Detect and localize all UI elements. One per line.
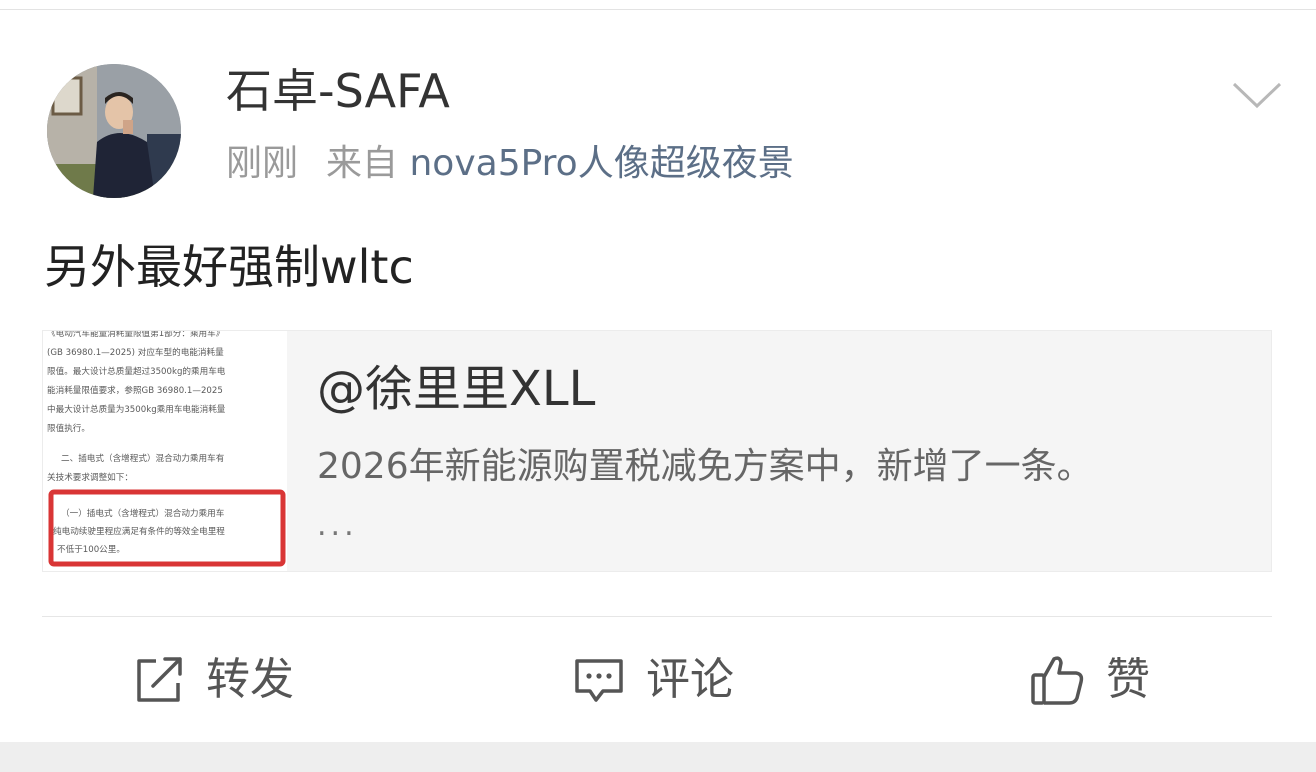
comment-button[interactable]: 评论 — [572, 650, 734, 710]
quoted-summary: 2026年新能源购置税减免方案中，新增了一条。 — [317, 446, 1093, 487]
thumb-line-2: 限值。最大设计总质量超过3500kg的乘用车电 — [47, 365, 226, 377]
like-button[interactable]: 赞 — [1030, 650, 1150, 710]
thumb-line-6: 二、插电式（含增程式）混合动力乘用车有 — [61, 452, 225, 464]
chevron-down-icon[interactable] — [1230, 78, 1284, 112]
thumb-line-1: (GB 36980.1—2025) 对应车型的电能消耗量 — [47, 346, 224, 358]
thumb-line-7: 关技术要求调整如下： — [47, 471, 133, 483]
action-divider — [42, 616, 1272, 617]
quoted-thumbnail: 《电动汽车能量消耗量限值第1部分：乘用车》 (GB 36980.1—2025) … — [43, 331, 287, 571]
source-prefix: 来自 — [326, 143, 399, 184]
thumb-line-8: （一）插电式（含增程式）混合动力乘用车 — [61, 507, 225, 519]
quoted-post-card[interactable]: 《电动汽车能量消耗量限值第1部分：乘用车》 (GB 36980.1—2025) … — [42, 330, 1272, 572]
comment-icon — [575, 659, 623, 702]
bottom-separator-bar — [0, 742, 1316, 772]
quoted-ellipsis: ... — [317, 508, 358, 543]
repost-button[interactable]: 转发 — [134, 650, 294, 710]
quoted-author[interactable]: @徐里里XLL — [317, 365, 595, 413]
top-divider — [0, 9, 1316, 10]
thumb-line-3: 能消耗量限值要求，参照GB 36980.1—2025 — [47, 384, 223, 396]
post-text: 另外最好强制wltc — [44, 240, 414, 294]
avatar[interactable] — [47, 64, 181, 198]
comment-label: 评论 — [646, 654, 734, 705]
thumb-line-4: 中最大设计总质量为3500kg乘用车电能消耗量 — [47, 403, 226, 415]
avatar-image — [47, 64, 181, 198]
document-thumbnail: 《电动汽车能量消耗量限值第1部分：乘用车》 (GB 36980.1—2025) … — [43, 331, 287, 571]
username[interactable]: 石卓-SAFA — [226, 68, 450, 114]
thumb-line-10: 不低于100公里。 — [57, 543, 125, 555]
repost-label: 转发 — [206, 654, 294, 705]
source-link[interactable]: nova5Pro人像超级夜景 — [409, 143, 793, 184]
post-time: 刚刚 — [226, 143, 299, 184]
like-label: 赞 — [1106, 654, 1150, 705]
thumb-line-5: 限值执行。 — [47, 422, 90, 434]
like-icon — [1031, 656, 1084, 705]
repost-icon — [137, 657, 182, 702]
post-meta: 刚刚 来自 nova5Pro人像超级夜景 — [226, 146, 794, 182]
thumb-line-9: 纯电动续驶里程应满足有条件的等效全电里程 — [53, 525, 225, 537]
thumb-line-0: 《电动汽车能量消耗量限值第1部分：乘用车》 — [47, 331, 224, 339]
